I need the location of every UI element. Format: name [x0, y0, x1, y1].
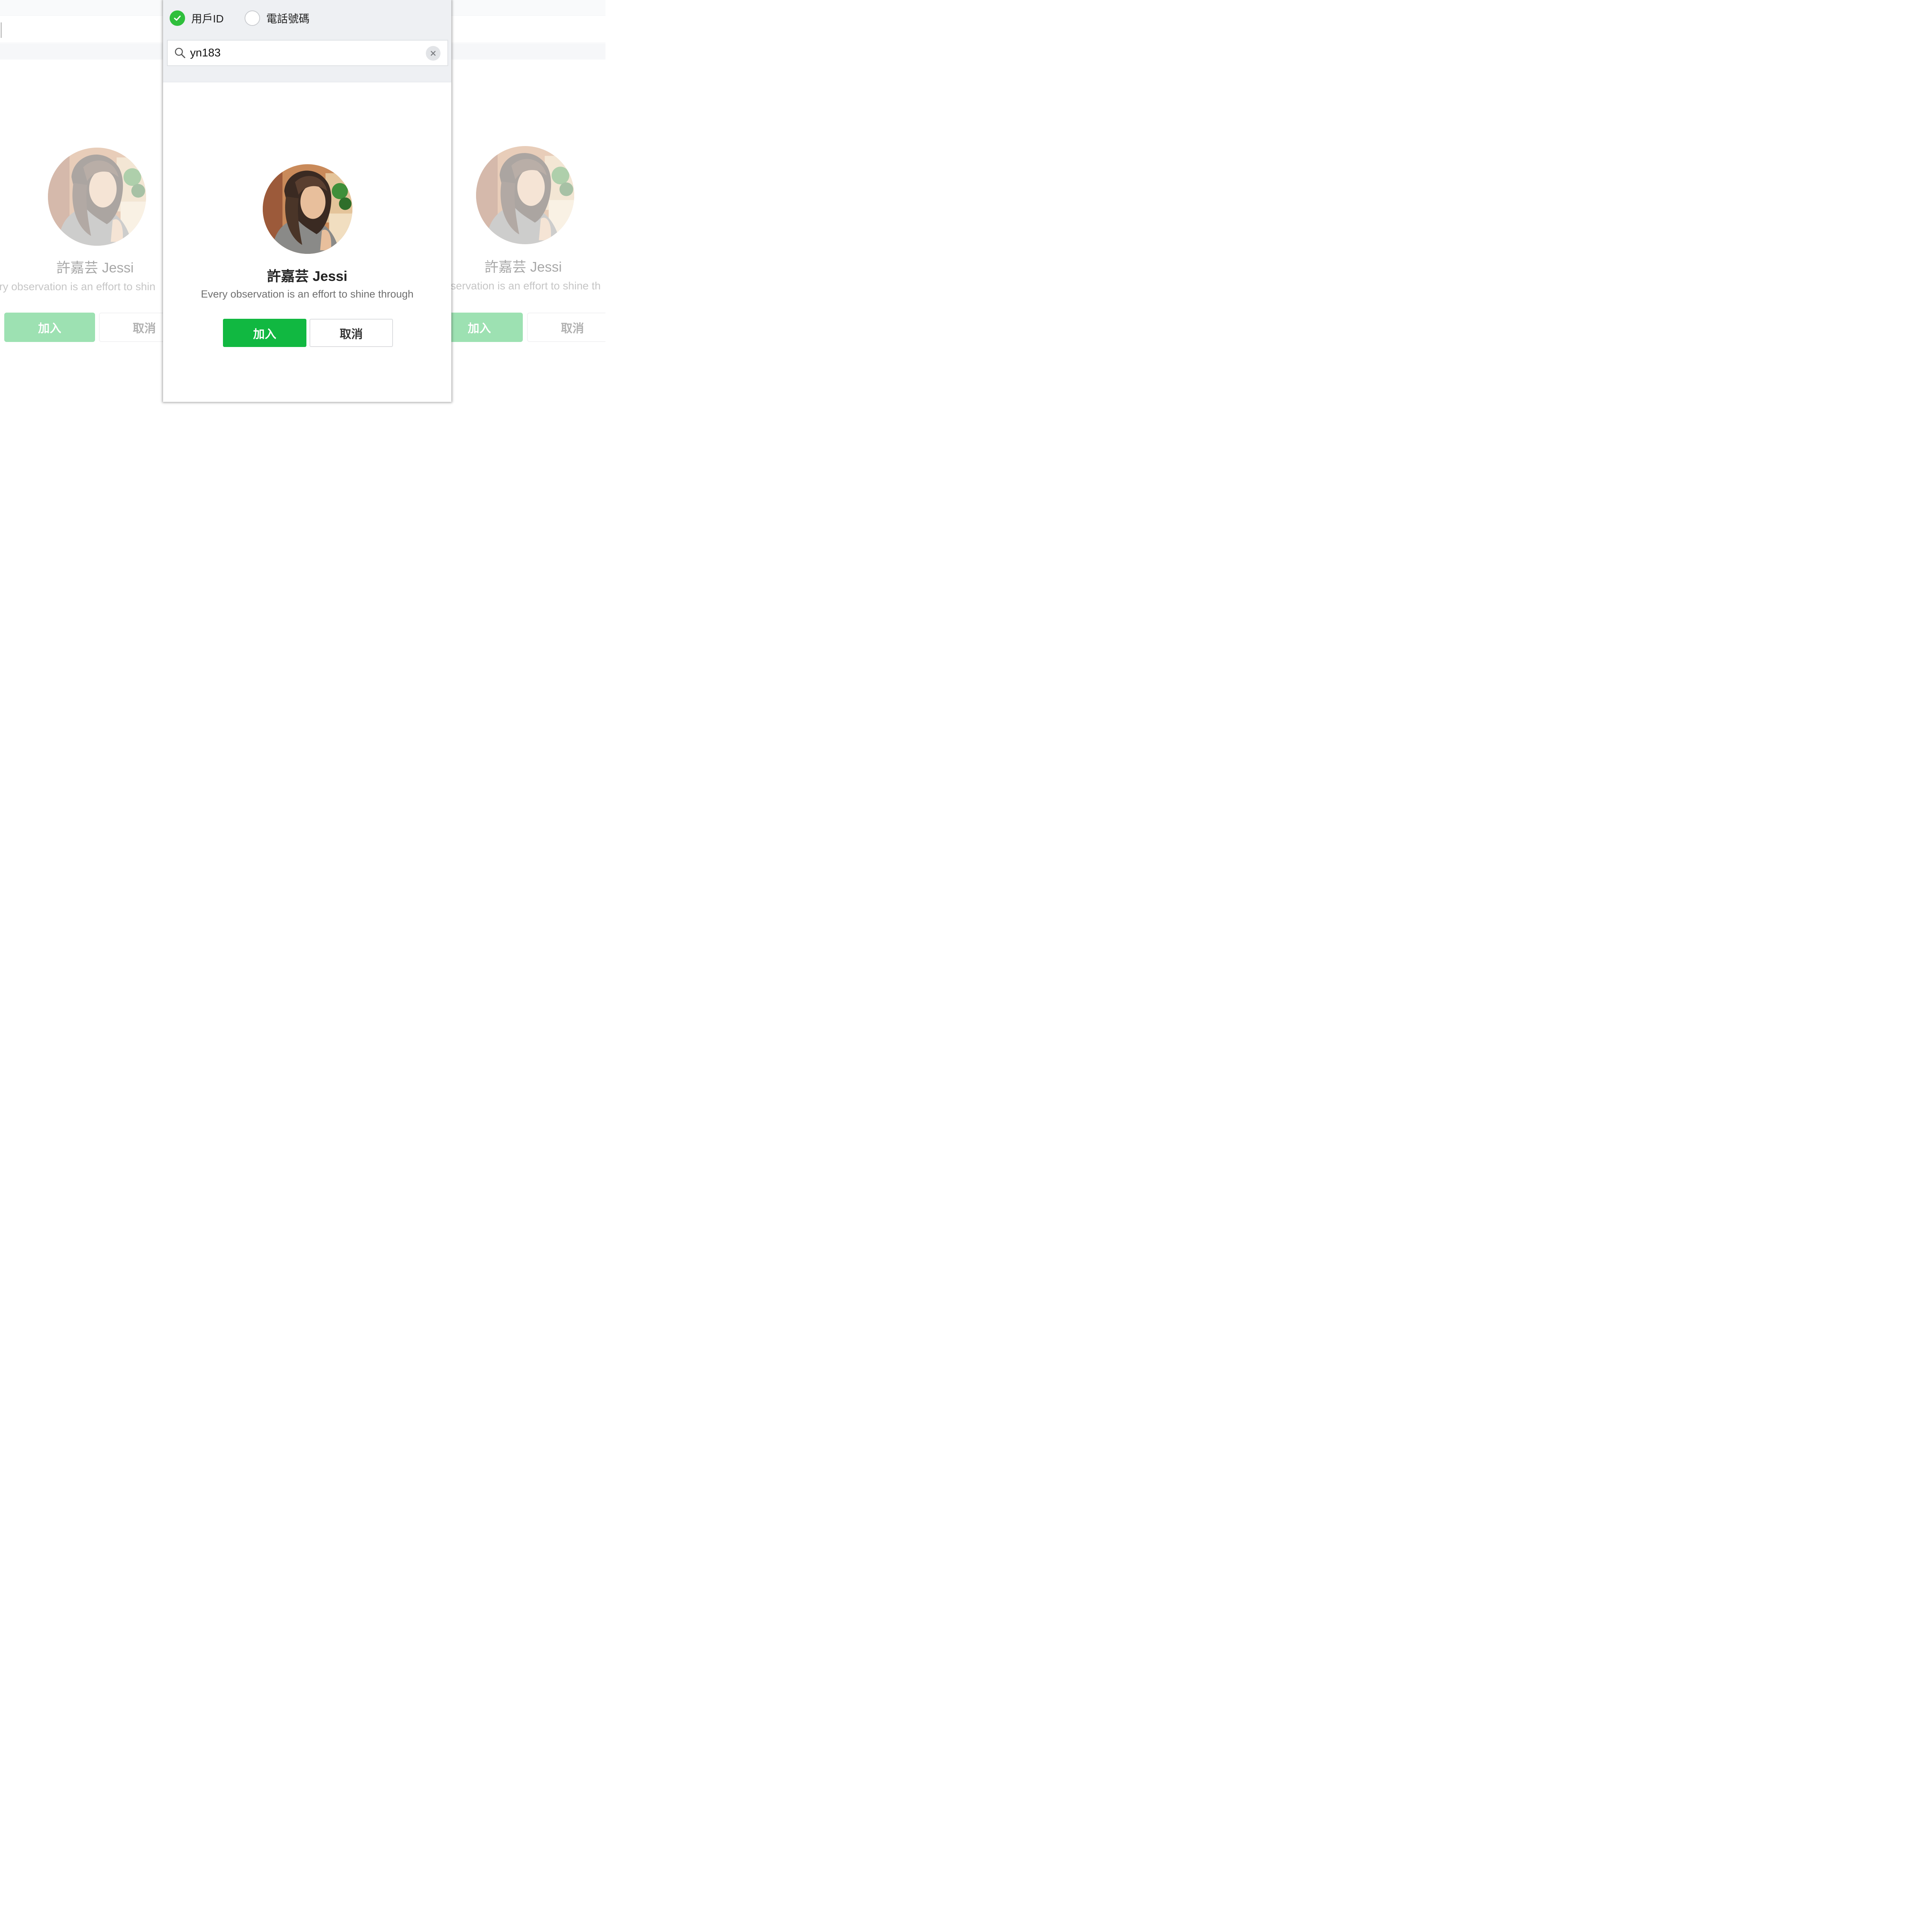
close-icon	[430, 51, 436, 56]
background-search-field	[451, 16, 605, 43]
add-friend-dialog: 用戶ID 電話號碼 許嘉芸 Jessi Every	[163, 0, 451, 402]
background-top-bar	[451, 0, 605, 16]
background-add-button: 加入	[451, 313, 523, 342]
radio-circle-icon	[245, 10, 260, 26]
cancel-button[interactable]: 取消	[310, 319, 393, 347]
radio-user-id[interactable]: 用戶ID	[170, 10, 224, 27]
background-cancel-button: 取消	[527, 313, 605, 342]
clear-search-button[interactable]	[426, 46, 440, 61]
add-button[interactable]: 加入	[223, 319, 306, 347]
background-divider-bar	[0, 43, 163, 60]
background-status: servation is an effort to shine th	[451, 280, 601, 292]
background-name: 許嘉芸 Jessi	[56, 260, 134, 276]
background-avatar	[48, 148, 146, 246]
search-input[interactable]	[190, 46, 414, 60]
radio-user-id-label: 用戶ID	[191, 13, 224, 25]
background-window-left: 許嘉芸 Jessi ry observation is an effort to…	[0, 0, 163, 404]
background-top-bar	[0, 0, 163, 16]
checkmark-icon	[170, 10, 185, 26]
search-icon	[174, 47, 186, 59]
profile-name: 許嘉芸 Jessi	[267, 268, 348, 284]
radio-phone-number[interactable]: 電話號碼	[245, 10, 310, 27]
background-divider-bar	[451, 43, 605, 60]
background-search-field	[0, 16, 163, 43]
avatar	[263, 164, 352, 254]
user-photo-avatar-icon	[263, 164, 352, 254]
background-name: 許嘉芸 Jessi	[485, 259, 562, 275]
background-text-caret	[1, 22, 2, 38]
background-window-right: 許嘉芸 Jessi servation is an effort to shin…	[451, 0, 605, 404]
status-message: Every observation is an effort to shine …	[201, 288, 414, 300]
radio-phone-number-label: 電話號碼	[266, 13, 310, 25]
search-field[interactable]	[167, 40, 448, 66]
background-status: ry observation is an effort to shin	[0, 281, 156, 293]
background-add-button: 加入	[4, 313, 95, 342]
background-cancel-button: 取消	[99, 313, 163, 342]
background-avatar	[476, 146, 574, 244]
search-header: 用戶ID 電話號碼	[163, 0, 451, 82]
